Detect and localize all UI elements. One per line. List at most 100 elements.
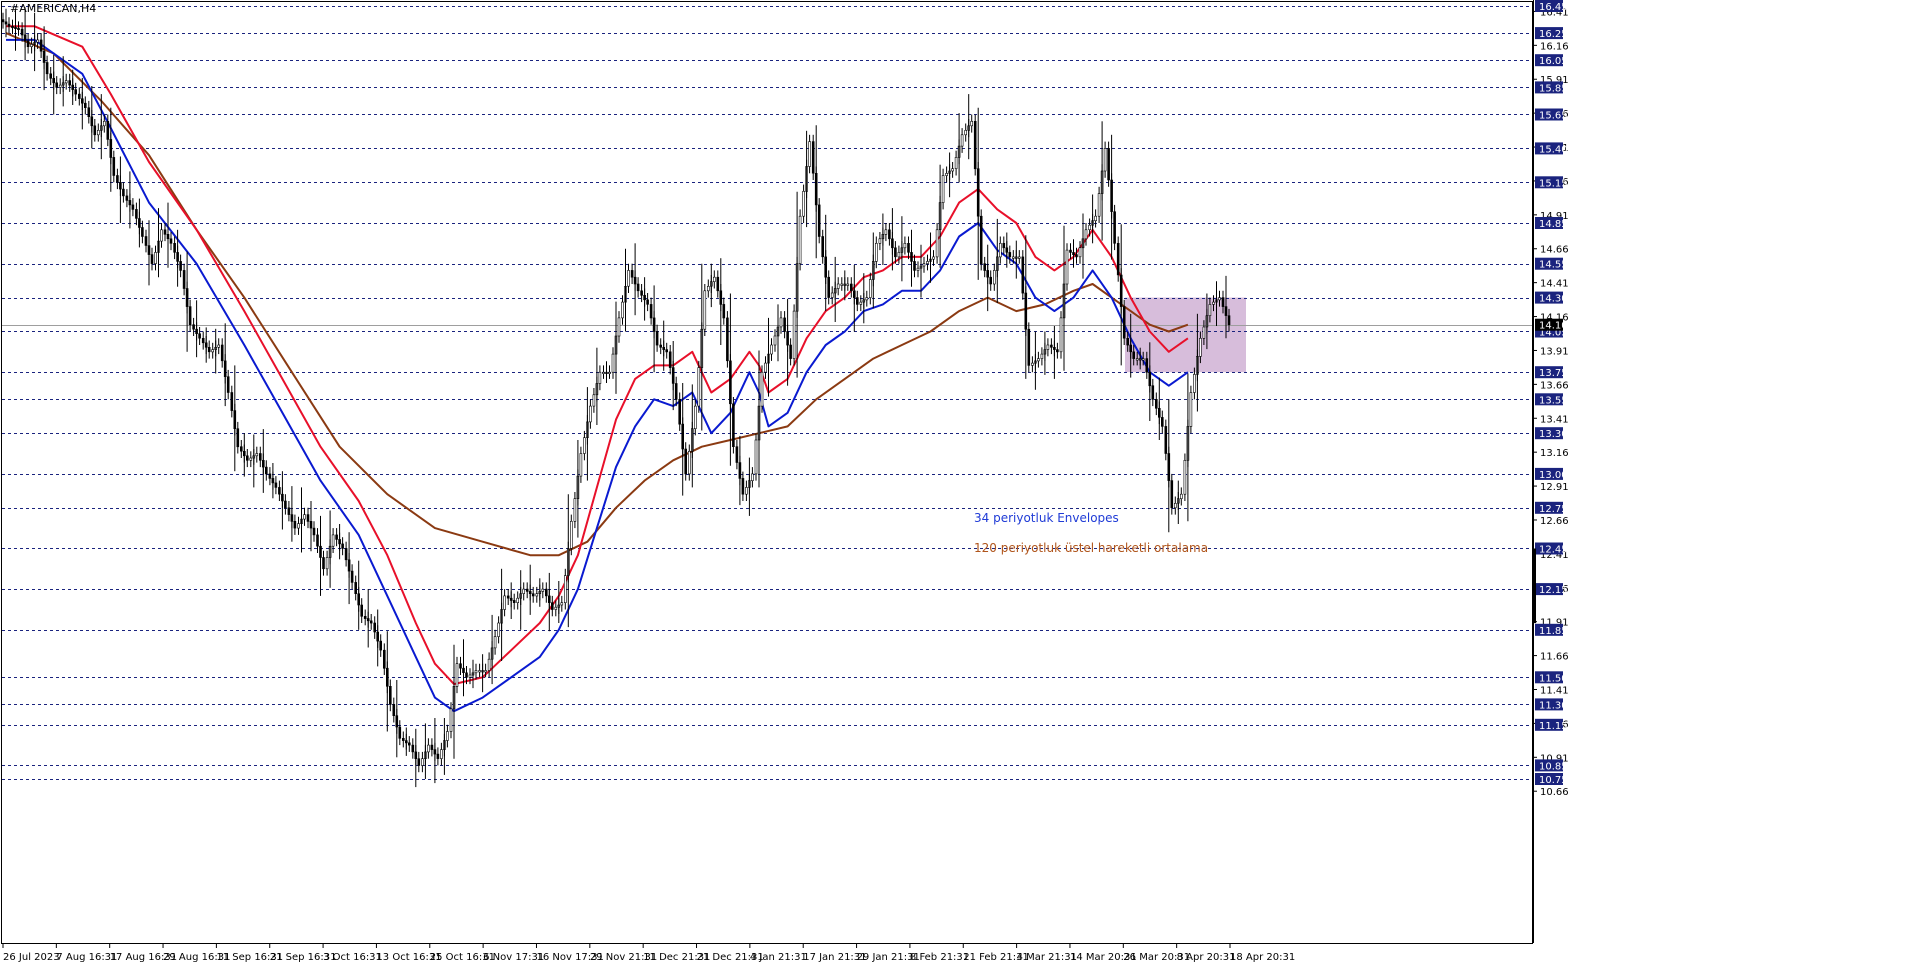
candle-body xyxy=(122,188,125,197)
candle-body xyxy=(7,23,11,27)
candle-body xyxy=(541,588,545,592)
candle-body xyxy=(131,204,135,210)
candle-body xyxy=(440,749,443,759)
candle-body xyxy=(535,593,539,597)
candle-body xyxy=(621,301,624,319)
candle-body xyxy=(169,238,173,244)
candle-body xyxy=(160,229,163,242)
candle-body xyxy=(474,670,478,674)
candle-body xyxy=(64,80,68,84)
candle-body xyxy=(236,428,240,448)
candle-body xyxy=(970,121,974,127)
candle-body xyxy=(1174,502,1177,509)
candle-body xyxy=(1075,254,1078,258)
level-badge-label: 16.45 xyxy=(1539,2,1568,13)
candle-body xyxy=(640,290,643,296)
candle-body xyxy=(954,157,958,169)
candle-body xyxy=(636,283,640,292)
candle-body xyxy=(735,446,739,463)
candle-body xyxy=(268,473,272,479)
candle-body xyxy=(1065,249,1069,285)
candle-body xyxy=(392,704,396,717)
candle-body xyxy=(598,371,602,384)
candle-body xyxy=(455,663,459,687)
candle-body xyxy=(398,726,402,739)
candle-body xyxy=(1218,297,1221,301)
level-badge-label: 11.30 xyxy=(1539,700,1568,711)
candle-body xyxy=(563,575,567,603)
candle-body xyxy=(992,270,996,285)
candle-body xyxy=(198,333,201,339)
candle-body xyxy=(493,636,497,649)
candle-body xyxy=(1145,358,1149,373)
price-tick-label: 11.66 xyxy=(1540,652,1569,663)
candle-body xyxy=(926,261,929,264)
candle-body xyxy=(703,290,707,330)
candle-body xyxy=(407,742,411,746)
candle-body xyxy=(312,527,316,536)
candle-body xyxy=(55,82,59,88)
candle-body xyxy=(627,270,630,287)
candle-body xyxy=(1040,353,1044,359)
candle-body xyxy=(1199,337,1202,357)
candle-body xyxy=(868,279,872,298)
candle-body xyxy=(674,383,678,400)
candle-body xyxy=(179,261,182,271)
candle-body xyxy=(941,175,945,203)
candle-body xyxy=(303,514,306,520)
candle-body xyxy=(154,252,157,264)
candle-body xyxy=(745,487,748,495)
candle-body xyxy=(417,758,421,766)
candle-body xyxy=(1132,351,1135,359)
candle-body xyxy=(592,394,596,407)
candle-body xyxy=(655,331,659,346)
candle-body xyxy=(716,276,720,292)
candle-body xyxy=(1193,374,1196,393)
candle-body xyxy=(1113,211,1116,244)
candle-body xyxy=(989,276,993,285)
candle-body xyxy=(1155,398,1158,409)
candle-body xyxy=(1069,249,1072,253)
candle-body xyxy=(331,534,335,547)
candle-body xyxy=(45,62,49,75)
candle-body xyxy=(783,317,786,332)
candle-body xyxy=(1202,326,1206,339)
candle-body xyxy=(573,498,577,522)
candle-body xyxy=(798,215,802,264)
candle-body xyxy=(569,520,573,549)
candle-body xyxy=(913,261,916,271)
candle-body xyxy=(192,324,195,330)
level-badge-label: 13.00 xyxy=(1539,470,1568,481)
candle-body xyxy=(1164,426,1168,454)
candle-body xyxy=(897,252,901,258)
candle-body xyxy=(1011,256,1015,259)
candle-body xyxy=(960,134,964,147)
candle-body xyxy=(74,89,77,95)
candle-body xyxy=(602,371,605,375)
candle-body xyxy=(1078,247,1082,258)
price-chart: 16.4116.1615.9115.6615.4115.1614.9114.66… xyxy=(0,0,1916,963)
candle-body xyxy=(49,73,53,79)
candle-body xyxy=(188,306,192,326)
candle-body xyxy=(163,229,167,235)
candle-body xyxy=(865,297,869,301)
chart-container: 16.4116.1615.9115.6615.4115.1614.9114.66… xyxy=(0,0,1916,963)
candle-body xyxy=(503,595,506,610)
candle-body xyxy=(506,595,510,599)
candle-body xyxy=(973,121,977,170)
candle-body xyxy=(935,229,939,258)
candle-body xyxy=(802,191,805,217)
candle-body xyxy=(1084,229,1088,240)
current-price-label: 14.10 xyxy=(1539,321,1568,332)
candle-body xyxy=(1208,304,1212,316)
level-badge-label: 12.45 xyxy=(1539,545,1568,556)
date-tick-label: 8 Feb 21:31 xyxy=(910,952,969,963)
level-badge-label: 10.75 xyxy=(1539,775,1568,786)
candle-body xyxy=(979,215,983,264)
candle-body xyxy=(335,534,338,540)
candle-body xyxy=(1088,224,1091,230)
level-badge-label: 13.75 xyxy=(1539,368,1568,379)
candle-body xyxy=(874,243,878,262)
level-badge-label: 16.25 xyxy=(1539,29,1568,40)
candle-body xyxy=(1107,148,1110,181)
